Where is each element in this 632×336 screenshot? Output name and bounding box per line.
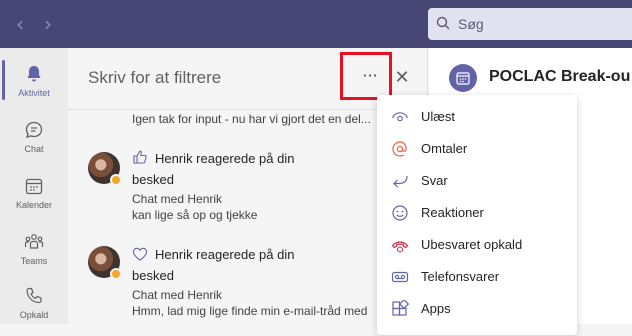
rail-item-activity[interactable]: Aktivitet	[0, 54, 68, 114]
phone-icon	[26, 287, 42, 304]
bell-icon	[27, 66, 41, 82]
at-icon	[392, 141, 407, 157]
eye-icon	[391, 112, 409, 122]
rail-item-label: Aktivitet	[18, 88, 50, 98]
meeting-calendar-icon	[449, 64, 477, 92]
rail-item-calendar[interactable]: Kalender	[0, 166, 68, 226]
menu-item-missed-call[interactable]: Ubesvaret opkald	[377, 229, 577, 261]
rail-item-teams[interactable]: Teams	[0, 222, 68, 282]
close-filter-button[interactable]: ✕	[392, 64, 412, 92]
notification-title: Henrik reagerede på din	[155, 247, 295, 262]
smiley-icon	[392, 205, 408, 221]
menu-item-label: Apps	[421, 301, 451, 316]
heart-icon	[132, 247, 148, 261]
thumbs-up-icon	[133, 150, 147, 164]
menu-item-reactions[interactable]: Reaktioner	[377, 197, 577, 229]
app-rail: Aktivitet Chat Kalender Teams Opkald	[0, 48, 68, 324]
avatar	[88, 152, 122, 186]
menu-item-label: Reaktioner	[421, 205, 484, 220]
menu-item-apps[interactable]: Apps	[377, 293, 577, 325]
rail-item-label: Teams	[20, 256, 48, 266]
avatar	[88, 246, 122, 280]
divider	[68, 109, 428, 110]
notification-title-cont: besked	[132, 172, 174, 187]
highlight-annotation	[340, 52, 392, 100]
search-placeholder: Søg	[458, 16, 484, 32]
menu-item-label: Telefonsvarer	[421, 269, 500, 284]
notification-context: Chat med Henrik	[132, 288, 223, 302]
rail-item-label: Opkald	[19, 310, 49, 320]
title-bar: ‹ › Søg	[0, 0, 632, 48]
search-icon	[436, 16, 450, 30]
notification-context: Chat med Henrik	[132, 192, 223, 206]
chat-icon	[25, 121, 43, 138]
back-arrow-icon[interactable]: ‹	[8, 12, 32, 36]
menu-item-label: Omtaler	[421, 141, 468, 156]
apps-icon	[392, 300, 409, 316]
menu-item-replies[interactable]: Svar	[377, 165, 577, 197]
filter-menu: Ulæst Omtaler Svar Reaktioner Ubesvaret …	[377, 95, 577, 335]
missed-call-icon	[391, 241, 409, 253]
rail-item-label: Chat	[24, 144, 44, 154]
notification-title: Henrik reagerede på din	[155, 151, 295, 166]
rail-item-label: Kalender	[15, 200, 53, 210]
voicemail-icon	[391, 271, 409, 283]
conversation-title: POCLAC Break-ou	[489, 68, 631, 85]
menu-item-label: Ulæst	[421, 109, 455, 124]
rail-item-chat[interactable]: Chat	[0, 110, 68, 170]
notification-title-cont: besked	[132, 268, 174, 283]
menu-item-mentions[interactable]: Omtaler	[377, 133, 577, 165]
forward-arrow-icon[interactable]: ›	[36, 12, 60, 36]
menu-item-label: Svar	[421, 173, 448, 188]
menu-item-unread[interactable]: Ulæst	[377, 101, 577, 133]
search-input[interactable]: Søg	[428, 8, 632, 40]
notification-preview: Hmm, lad mig lige finde min e-mail-tråd …	[132, 304, 368, 318]
rail-item-calls[interactable]: Opkald	[0, 276, 68, 336]
menu-item-voicemail[interactable]: Telefonsvarer	[377, 261, 577, 293]
menu-item-label: Ubesvaret opkald	[421, 237, 523, 252]
previous-item-preview[interactable]: Igen tak for input - nu har vi gjort det…	[132, 112, 371, 126]
clock-status-icon	[110, 268, 122, 280]
reply-icon	[393, 175, 408, 188]
clock-status-icon	[110, 174, 122, 186]
calendar-icon	[25, 178, 43, 195]
notification-preview: kan lige så op og tjekke	[132, 208, 258, 222]
teams-icon	[24, 234, 44, 249]
filter-input[interactable]: Skriv for at filtrere	[88, 68, 221, 88]
